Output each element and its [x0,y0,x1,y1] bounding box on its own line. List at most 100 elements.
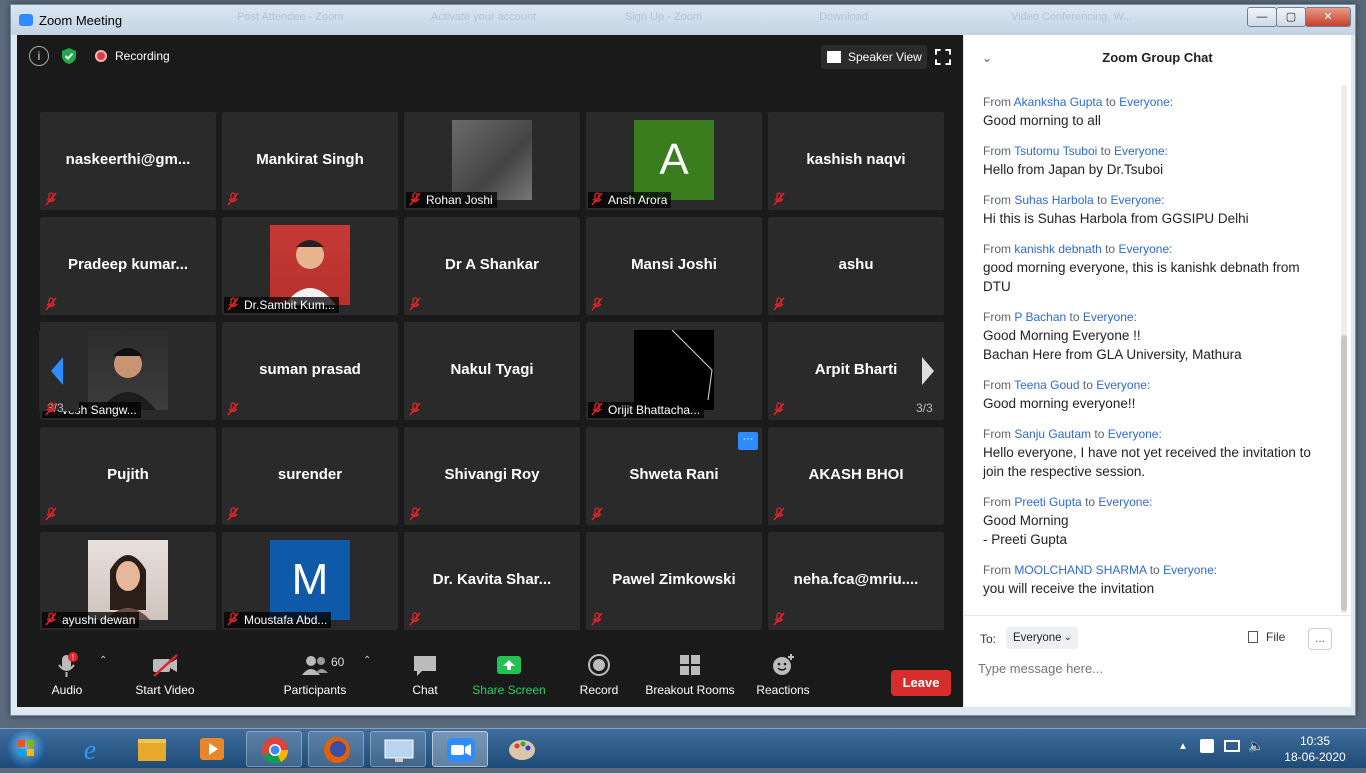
fullscreen-icon[interactable] [935,49,951,65]
participant-tile[interactable]: Dr.Sambit Kum... [222,217,398,315]
media-player-icon[interactable] [184,731,240,767]
sender-name[interactable]: Teena Goud [1014,378,1079,392]
action-center-icon[interactable] [1200,739,1214,753]
chat-button[interactable]: Chat [403,651,447,697]
muted-mic-icon [591,612,603,626]
more-options-button[interactable]: ... [1308,628,1332,650]
sender-name[interactable]: P Bachan [1014,310,1066,324]
participant-tile[interactable]: neha.fca@mriu.... [768,532,944,630]
sender-name[interactable]: Sanju Gautam [1014,427,1091,441]
audio-options-caret[interactable]: ⌃ [99,655,107,666]
participant-name: Pawel Zimkowski [612,571,736,588]
start-button[interactable] [6,730,46,768]
sender-name[interactable]: Tsutomu Tsuboi [1014,144,1097,158]
clock-time: 10:35 [1299,734,1331,748]
muted-mic-icon [773,192,785,206]
muted-mic-icon [227,612,239,626]
chat-message: From Teena Goud to Everyone: Good morning… [983,378,1328,413]
participant-name: kashish naqvi [806,151,906,168]
sender-name[interactable]: Suhas Harbola [1014,193,1093,207]
file-label: File [1266,630,1286,644]
chat-message: From Suhas Harbola to Everyone: Hi this i… [983,193,1328,228]
muted-mic-icon [591,402,603,416]
sender-name[interactable]: Preeti Gupta [1014,495,1081,509]
sender-name[interactable]: kanishk debnath [1014,242,1101,256]
chrome-icon[interactable] [246,731,302,767]
participant-tile[interactable]: kashish naqvi [768,112,944,210]
paint-icon[interactable] [494,731,550,767]
message-text: Hi this is Suhas Harbola from GGSIPU Del… [983,211,1249,226]
sender-name[interactable]: MOOLCHAND SHARMA [1014,563,1146,577]
start-video-button[interactable]: Start Video [125,651,205,697]
chat-scrollbar[interactable] [1341,85,1347,613]
volume-icon[interactable]: 🔈 [1248,738,1264,754]
internet-explorer-icon[interactable]: e [62,731,118,767]
window-title: Zoom Meeting [39,13,123,28]
participant-tile[interactable]: suman prasad [222,322,398,420]
muted-mic-icon [227,297,239,311]
participant-tile[interactable]: surender [222,427,398,525]
speaker-view-button[interactable]: Speaker View [821,45,927,69]
participant-tile[interactable]: Shivangi Roy [404,427,580,525]
network-icon[interactable] [1224,740,1240,752]
message-header: From Tsutomu Tsuboi to Everyone: [983,144,1328,158]
info-icon[interactable]: i [29,46,49,66]
breakout-rooms-button[interactable]: Breakout Rooms [645,651,735,697]
participant-tile[interactable]: Pawel Zimkowski [586,532,762,630]
muted-mic-icon [591,507,603,521]
close-button[interactable]: ✕ [1305,7,1351,27]
record-icon [588,654,610,676]
participant-tile[interactable]: ayushi dewan [40,532,216,630]
to-word: to [1097,193,1108,207]
muted-mic-icon [227,507,239,521]
participant-tile[interactable]: ashu [768,217,944,315]
firefox-icon[interactable] [308,731,364,767]
participant-tile[interactable]: Dr. Kavita Shar... [404,532,580,630]
next-page-button[interactable]: 3/3 [904,331,944,415]
participant-tile[interactable]: A Ansh Arora [586,112,762,210]
participants-options-caret[interactable]: ⌃ [363,655,371,666]
participant-tile[interactable]: Mankirat Singh [222,112,398,210]
to-word: to [1100,144,1111,158]
maximize-button[interactable]: ▢ [1276,7,1306,27]
from-word: From [983,310,1011,324]
participant-tile[interactable]: M Moustafa Abd... [222,532,398,630]
sender-name[interactable]: Akanksha Gupta [1014,95,1103,109]
record-button[interactable]: Record [577,651,621,697]
reactions-button[interactable]: Reactions [753,651,813,697]
participant-tile[interactable]: Shweta Rani ··· [586,427,762,525]
muted-mic-icon [227,192,239,206]
participant-tile[interactable]: Mansi Joshi [586,217,762,315]
participant-tile[interactable]: Dr A Shankar [404,217,580,315]
zoom-taskbar-icon[interactable] [432,731,488,767]
participant-tile[interactable]: Pujith [40,427,216,525]
shield-icon[interactable] [61,47,77,65]
system-clock[interactable]: 10:35 18-06-2020 [1270,733,1360,765]
message-text: Hello from Japan by Dr.Tsuboi [983,162,1164,177]
participant-tile[interactable]: Nakul Tyagi [404,322,580,420]
chat-message: From Tsutomu Tsuboi to Everyone: Hello fr… [983,144,1328,179]
leave-button[interactable]: Leave [891,670,951,696]
file-button[interactable]: File [1248,630,1285,644]
title-bar[interactable]: Zoom Meeting Post Attendee - Zoom Activa… [11,5,1355,35]
participant-tile[interactable]: AKASH BHOI [768,427,944,525]
file-explorer-icon[interactable] [124,731,180,767]
prev-page-button[interactable]: 3/3 [39,331,79,415]
participant-tile[interactable]: Pradeep kumar... [40,217,216,315]
share-screen-button[interactable]: Share Screen [472,651,546,697]
participant-tile[interactable]: Orijit Bhattacha... [586,322,762,420]
svg-text:!: ! [72,653,74,662]
file-icon [1248,631,1258,643]
zoom-app-icon [19,14,33,26]
recipient-dropdown[interactable]: Everyone ⌄ [1006,627,1078,649]
participant-tile[interactable]: naskeerthi@gm... [40,112,216,210]
chevron-down-icon[interactable]: ⌄ [982,35,992,81]
minimize-button[interactable]: — [1247,7,1277,27]
tile-options-button[interactable]: ··· [738,432,758,450]
show-hidden-icons[interactable]: ▲ [1178,741,1188,752]
remote-desktop-icon[interactable] [370,731,426,767]
muted-mic-icon [45,507,57,521]
chat-message-input[interactable] [978,656,1328,680]
audio-button[interactable]: ! Audio [45,651,89,697]
participant-tile[interactable]: Rohan Joshi [404,112,580,210]
